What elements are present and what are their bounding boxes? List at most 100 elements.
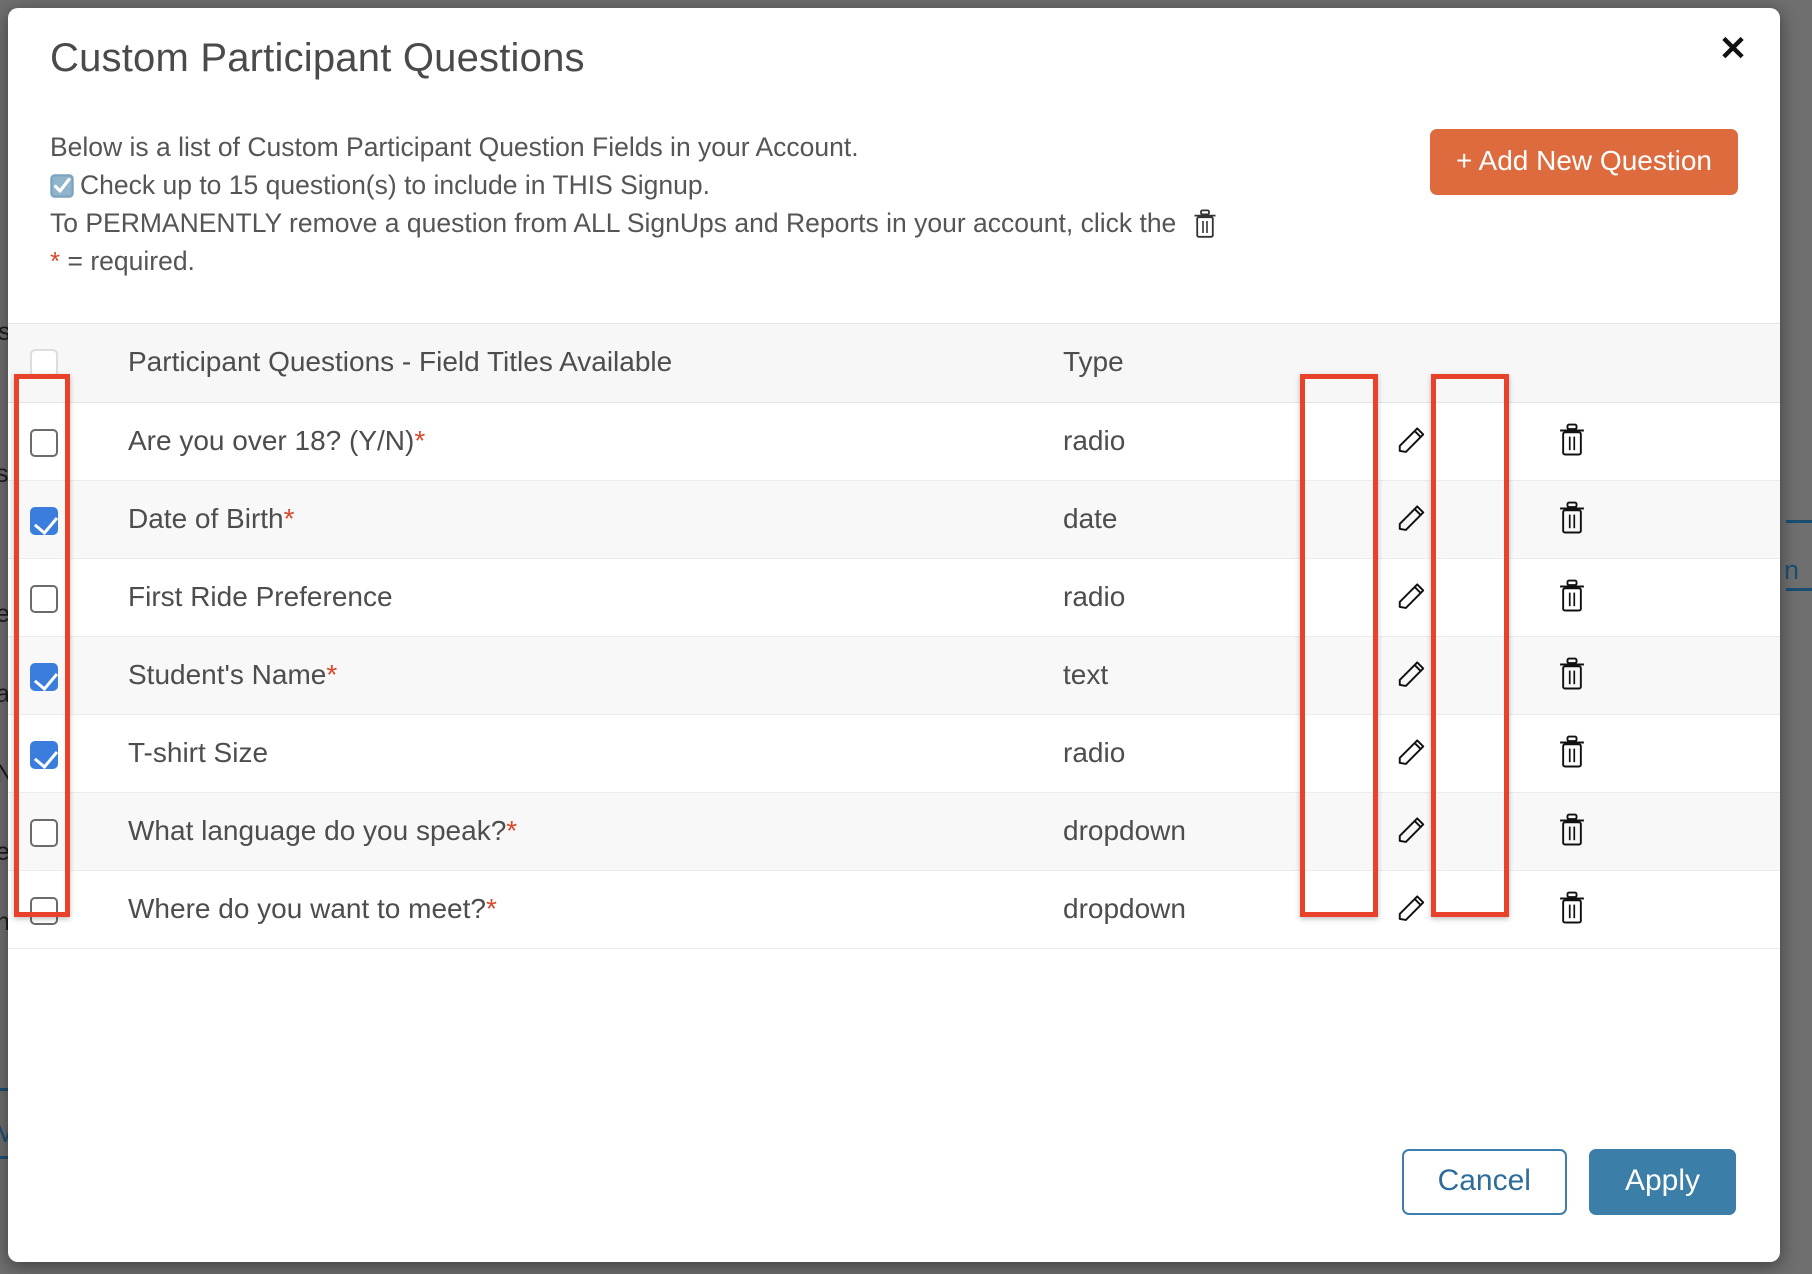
questions-table-wrapper: Participant Questions - Field Titles Ava… — [8, 323, 1780, 949]
questions-table: Participant Questions - Field Titles Ava… — [8, 324, 1780, 949]
column-header-title: Participant Questions - Field Titles Ava… — [128, 324, 1063, 403]
pencil-icon[interactable] — [1390, 418, 1434, 462]
instruction-line-3: To PERMANENTLY remove a question from AL… — [50, 204, 1738, 242]
question-title-cell: Date of Birth* — [128, 480, 1063, 559]
required-marker: * — [506, 815, 518, 846]
bg-text-fragment: n — [1784, 555, 1800, 585]
delete-cell — [1550, 558, 1780, 637]
row-checkbox[interactable] — [30, 818, 58, 847]
close-icon[interactable]: ✕ — [1712, 28, 1754, 70]
pencil-icon[interactable] — [1390, 886, 1434, 930]
row-checkbox-cell — [8, 714, 128, 793]
pencil-icon[interactable] — [1390, 808, 1434, 852]
delete-cell — [1550, 402, 1780, 481]
table-row: What language do you speak?* dropdown — [8, 792, 1780, 871]
table-row: Are you over 18? (Y/N)* radio — [8, 402, 1780, 481]
delete-cell — [1550, 714, 1780, 793]
dialog-footer: Cancel Apply — [8, 1102, 1780, 1262]
instruction-line-4: * = required. — [50, 242, 1738, 280]
select-all-header — [8, 324, 128, 403]
bg-rule — [1786, 520, 1812, 523]
question-title-cell: Student's Name* — [128, 636, 1063, 715]
edit-cell — [1390, 792, 1550, 871]
table-header-row: Participant Questions - Field Titles Ava… — [8, 324, 1780, 403]
edit-cell — [1390, 870, 1550, 949]
custom-participant-questions-dialog: Custom Participant Questions ✕ Below is … — [8, 8, 1780, 1262]
instruction-line-4-text: = required. — [60, 246, 195, 276]
row-checkbox[interactable] — [30, 506, 58, 535]
row-checkbox-cell — [8, 480, 128, 559]
pencil-icon[interactable] — [1390, 496, 1434, 540]
row-checkbox-cell — [8, 636, 128, 715]
question-title-cell: T-shirt Size — [128, 714, 1063, 793]
required-marker: * — [414, 425, 426, 456]
trash-icon[interactable] — [1550, 652, 1594, 696]
delete-cell — [1550, 636, 1780, 715]
pencil-icon[interactable] — [1390, 574, 1434, 618]
delete-cell — [1550, 480, 1780, 559]
question-title: Student's Name — [128, 659, 327, 690]
question-type-cell: text — [1063, 636, 1390, 715]
edit-cell — [1390, 636, 1550, 715]
question-title: Where do you want to meet? — [128, 893, 486, 924]
row-checkbox-cell — [8, 402, 128, 481]
required-marker: * — [326, 659, 338, 690]
row-checkbox-cell — [8, 870, 128, 949]
question-title: Are you over 18? (Y/N) — [128, 425, 415, 456]
trash-icon[interactable] — [1550, 886, 1594, 930]
edit-cell — [1390, 714, 1550, 793]
row-checkbox-cell — [8, 792, 128, 871]
question-title: Date of Birth — [128, 503, 284, 534]
add-new-question-button[interactable]: + Add New Question — [1429, 129, 1738, 195]
table-row: Date of Birth* date — [8, 480, 1780, 559]
question-type-cell: radio — [1063, 558, 1390, 637]
table-row: Student's Name* text — [8, 636, 1780, 715]
trash-icon[interactable] — [1550, 496, 1594, 540]
row-checkbox[interactable] — [30, 584, 58, 613]
edit-cell — [1390, 402, 1550, 481]
row-checkbox[interactable] — [30, 428, 58, 457]
cancel-button[interactable]: Cancel — [1401, 1149, 1567, 1215]
question-type-cell: dropdown — [1063, 870, 1390, 949]
question-title: T-shirt Size — [128, 737, 269, 768]
question-title: First Ride Preference — [128, 581, 393, 612]
column-header-delete — [1550, 324, 1780, 403]
instruction-line-2-text: Check up to 15 question(s) to include in… — [80, 170, 710, 200]
question-type-cell: date — [1063, 480, 1390, 559]
instruction-line-3-text: To PERMANENTLY remove a question from AL… — [50, 208, 1177, 238]
dialog-header: Custom Participant Questions ✕ — [8, 8, 1780, 80]
table-row: Where do you want to meet?* dropdown — [8, 870, 1780, 949]
required-marker: * — [50, 246, 61, 276]
question-title-cell: First Ride Preference — [128, 558, 1063, 637]
pencil-icon[interactable] — [1390, 652, 1434, 696]
required-marker: * — [283, 503, 295, 534]
select-all-checkbox[interactable] — [30, 349, 58, 378]
required-marker: * — [485, 893, 497, 924]
column-header-type: Type — [1063, 324, 1390, 403]
column-header-edit — [1390, 324, 1550, 403]
delete-cell — [1550, 792, 1780, 871]
row-checkbox[interactable] — [30, 896, 58, 925]
table-header: Participant Questions - Field Titles Ava… — [8, 324, 1780, 403]
question-title-cell: Are you over 18? (Y/N)* — [128, 402, 1063, 481]
row-checkbox[interactable] — [30, 662, 58, 691]
dialog-instructions: Below is a list of Custom Participant Qu… — [8, 128, 1780, 280]
trash-icon[interactable] — [1550, 808, 1594, 852]
edit-cell — [1390, 558, 1550, 637]
table-body: Are you over 18? (Y/N)* radio Date of Birt… — [8, 402, 1780, 949]
row-checkbox[interactable] — [30, 740, 58, 769]
apply-button[interactable]: Apply — [1588, 1149, 1736, 1215]
table-row: First Ride Preference radio — [8, 558, 1780, 637]
row-checkbox-cell — [8, 558, 128, 637]
pencil-icon[interactable] — [1390, 730, 1434, 774]
question-title: What language do you speak? — [128, 815, 507, 846]
bg-rule — [1786, 588, 1812, 591]
trash-icon[interactable] — [1550, 574, 1594, 618]
question-type-cell: radio — [1063, 402, 1390, 481]
page-title: Custom Participant Questions — [50, 36, 585, 80]
checkbox-checked-icon — [50, 170, 74, 198]
trash-icon[interactable] — [1550, 418, 1594, 462]
table-row: T-shirt Size radio — [8, 714, 1780, 793]
question-title-cell: Where do you want to meet?* — [128, 870, 1063, 949]
trash-icon[interactable] — [1550, 730, 1594, 774]
